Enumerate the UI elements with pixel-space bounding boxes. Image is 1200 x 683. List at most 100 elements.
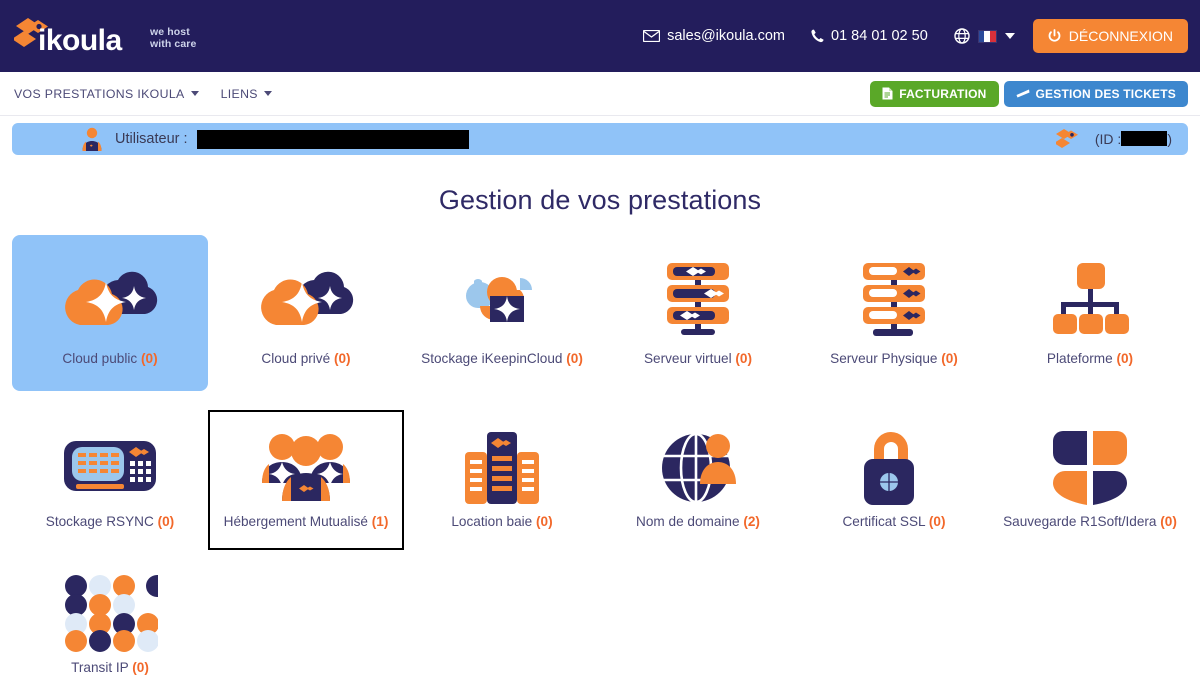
physical-server-icon <box>849 253 939 345</box>
ikoula-mark-icon <box>1055 129 1078 148</box>
tile-count: (0) <box>536 514 553 529</box>
ikeepincloud-icon <box>450 253 554 345</box>
nav-item-prestations-label: VOS PRESTATIONS IKOULA <box>14 86 185 101</box>
tile-count: (0) <box>566 351 583 366</box>
ikoula-logo-icon: ikoula <box>14 18 123 57</box>
tile-hebergement-mutualise[interactable]: Hébergement Mutualisé (1) <box>208 410 404 550</box>
brand-logo-group[interactable]: ikoula we host with care <box>14 14 196 58</box>
header-right-group: sales@ikoula.com 01 84 01 02 50 DÉCONNEX… <box>643 19 1188 53</box>
tile-cloud-public[interactable]: Cloud public (0) <box>12 235 208 391</box>
tile-count: (1) <box>371 514 389 529</box>
tile-count: (0) <box>1116 351 1134 366</box>
page-title: Gestion de vos prestations <box>438 185 762 215</box>
nav-item-liens-label: LIENS <box>220 86 258 101</box>
tile-label: Serveur Physique (0) <box>830 351 958 366</box>
tile-stockage-ikeepincloud[interactable]: Stockage iKeepinCloud (0) <box>404 235 600 391</box>
ticket-icon <box>1016 89 1030 98</box>
tile-serveur-virtuel[interactable]: Serveur virtuel (0) <box>600 235 796 391</box>
main-navbar: VOS PRESTATIONS IKOULA LIENS FACTURATION… <box>0 72 1200 116</box>
envelope-icon <box>643 30 661 42</box>
tile-stockage-rsync[interactable]: Stockage RSYNC (0) <box>12 410 208 550</box>
tile-label: Plateforme (0) <box>1046 351 1134 366</box>
chevron-down-icon <box>190 91 199 96</box>
cloud-prive-icon <box>254 253 358 345</box>
fr-flag-icon <box>977 29 997 43</box>
tile-transit-ip[interactable]: Transit IP (0) <box>12 556 208 683</box>
tile-label: Transit IP (0) <box>71 660 149 675</box>
nav-item-prestations[interactable]: VOS PRESTATIONS IKOULA <box>14 87 199 101</box>
contact-phone-text: 01 84 01 02 50 <box>831 28 928 44</box>
contact-email-text: sales@ikoula.com <box>667 28 785 44</box>
tile-sauvegarde-r1soft[interactable]: Sauvegarde R1Soft/Idera (0) <box>992 410 1188 550</box>
user-identity-group: Utilisateur : <box>78 125 469 153</box>
tile-cloud-prive[interactable]: Cloud privé (0) <box>208 235 404 391</box>
tile-label: Sauvegarde R1Soft/Idera (0) <box>1003 514 1177 529</box>
shared-hosting-icon <box>256 428 356 508</box>
facturation-button[interactable]: FACTURATION <box>870 80 999 107</box>
tile-count: (0) <box>941 351 958 366</box>
tile-label: Stockage iKeepinCloud (0) <box>421 351 583 366</box>
tile-count: (2) <box>743 514 760 529</box>
backup-r1soft-icon <box>1051 428 1129 508</box>
chevron-down-icon <box>1004 33 1015 39</box>
chevron-down-icon <box>263 91 272 96</box>
tile-serveur-physique[interactable]: Serveur Physique (0) <box>796 235 992 391</box>
ssl-certificate-icon <box>856 428 932 508</box>
virtual-server-icon <box>653 253 743 345</box>
account-id-prefix: (ID : <box>1094 131 1122 147</box>
nav-item-liens[interactable]: LIENS <box>221 87 272 101</box>
power-icon <box>1048 29 1061 42</box>
tile-label: Nom de domaine (2) <box>636 514 760 529</box>
account-id-group: (ID :) <box>1055 128 1172 150</box>
domain-name-icon <box>656 428 740 508</box>
logout-button[interactable]: DÉCONNEXION <box>1032 19 1188 53</box>
tile-count: (0) <box>1160 514 1177 529</box>
tile-location-baie[interactable]: Location baie (0) <box>404 410 600 550</box>
tile-count: (0) <box>735 351 753 366</box>
tile-label: Location baie (0) <box>451 514 553 529</box>
contact-email[interactable]: sales@ikoula.com <box>643 28 785 44</box>
document-icon <box>882 87 893 100</box>
tile-plateforme[interactable]: Plateforme (0) <box>992 235 1188 391</box>
ip-transit-icon <box>62 574 158 654</box>
brand-tagline: we host with care <box>150 26 197 50</box>
cloud-public-icon <box>58 253 162 345</box>
tile-count: (0) <box>132 660 149 675</box>
tile-count: (0) <box>140 351 158 366</box>
navbar-links: VOS PRESTATIONS IKOULA LIENS <box>14 87 272 101</box>
tile-label: Serveur virtuel (0) <box>643 351 753 366</box>
account-id-suffix: ) <box>1167 131 1172 147</box>
account-id-redacted <box>1121 131 1168 146</box>
language-selector[interactable] <box>954 28 1015 44</box>
phone-icon <box>811 29 824 43</box>
user-avatar-icon <box>82 127 102 151</box>
services-grid-row-2: Stockage RSYNC (0) Hébergement Mutualisé… <box>0 410 1200 550</box>
tile-nom-de-domaine[interactable]: Nom de domaine (2) <box>600 410 796 550</box>
tile-label: Cloud public (0) <box>62 351 158 366</box>
platform-icon <box>1045 253 1135 345</box>
services-grid-row-1: Cloud public (0) Cloud privé (0) Stockag… <box>0 235 1200 391</box>
tile-count: (0) <box>333 351 351 366</box>
tile-certificat-ssl[interactable]: Certificat SSL (0) <box>796 410 992 550</box>
user-info-bar: Utilisateur : (ID :) <box>12 123 1188 155</box>
contact-phone[interactable]: 01 84 01 02 50 <box>811 28 928 44</box>
rsync-storage-icon <box>60 428 160 508</box>
rack-rental-icon <box>457 428 547 508</box>
tile-label: Hébergement Mutualisé (1) <box>223 514 389 529</box>
globe-icon <box>954 28 970 44</box>
user-value-redacted <box>196 129 469 149</box>
tickets-button[interactable]: GESTION DES TICKETS <box>1003 80 1188 107</box>
tile-label: Cloud privé (0) <box>261 351 351 366</box>
tile-label: Stockage RSYNC (0) <box>45 514 175 529</box>
account-id: (ID :) <box>1095 131 1172 147</box>
tile-label: Certificat SSL (0) <box>842 514 946 529</box>
site-header: ikoula we host with care sales@ikoula.co… <box>0 0 1200 72</box>
user-label: Utilisateur : <box>115 131 188 147</box>
navbar-actions: FACTURATION GESTION DES TICKETS <box>870 80 1188 107</box>
svg-text:ikoula: ikoula <box>38 24 123 57</box>
logout-label: DÉCONNEXION <box>1068 28 1173 44</box>
facturation-label: FACTURATION <box>899 86 987 101</box>
tile-count: (0) <box>157 514 175 529</box>
tile-count: (0) <box>928 514 946 529</box>
userbar-container: Utilisateur : (ID :) <box>0 116 1200 155</box>
